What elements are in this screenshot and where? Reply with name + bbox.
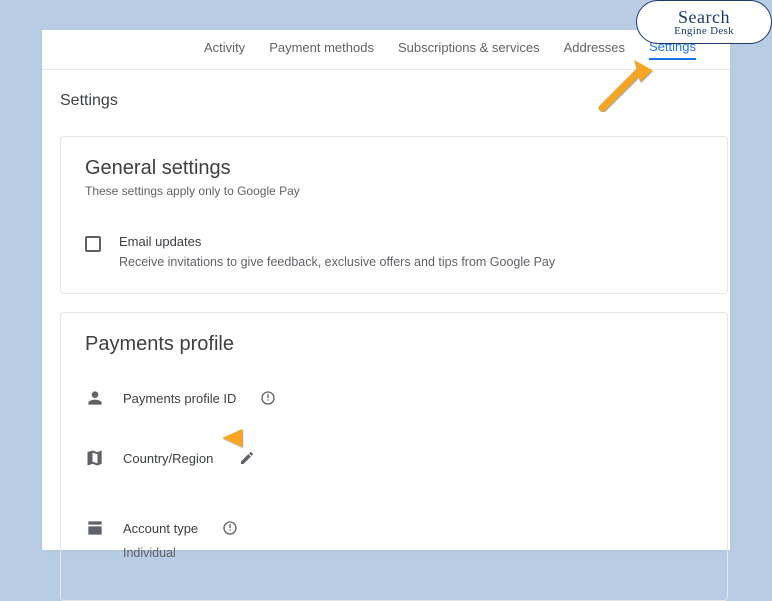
search-engine-desk-badge: Search Engine Desk [636,0,772,44]
account-icon [85,518,105,538]
tab-addresses[interactable]: Addresses [564,40,625,59]
payments-profile-id-label: Payments profile ID [123,391,236,406]
pencil-icon[interactable] [239,450,255,466]
map-icon [85,448,105,468]
general-settings-card: General settings These settings apply on… [60,136,728,294]
account-type-value: Individual [123,546,703,560]
info-icon[interactable] [222,520,238,536]
email-updates-description: Receive invitations to give feedback, ex… [119,255,555,269]
tab-activity[interactable]: Activity [204,40,245,59]
country-region-row[interactable]: Country/Region [85,448,703,468]
top-tabs: Activity Payment methods Subscriptions &… [42,30,730,70]
payments-profile-title: Payments profile [85,333,703,356]
country-region-label: Country/Region [123,451,213,466]
account-type-label: Account type [123,521,198,536]
payments-profile-id-row[interactable]: Payments profile ID [85,388,703,408]
tab-subscriptions[interactable]: Subscriptions & services [398,40,540,59]
account-type-row[interactable]: Account type [85,518,703,538]
email-updates-row: Email updates Receive invitations to giv… [85,234,703,269]
badge-title: Search [678,8,730,26]
general-settings-subtitle: These settings apply only to Google Pay [85,184,703,198]
badge-subtitle: Engine Desk [674,26,734,37]
info-icon[interactable] [260,390,276,406]
page-title: Settings [42,70,730,110]
tab-payment-methods[interactable]: Payment methods [269,40,374,59]
email-updates-label: Email updates [119,234,555,249]
payments-profile-card: Payments profile Payments profile ID Cou… [60,312,728,601]
email-updates-checkbox[interactable] [85,236,101,252]
person-icon [85,388,105,408]
settings-window: Activity Payment methods Subscriptions &… [42,30,730,550]
general-settings-title: General settings [85,157,703,180]
